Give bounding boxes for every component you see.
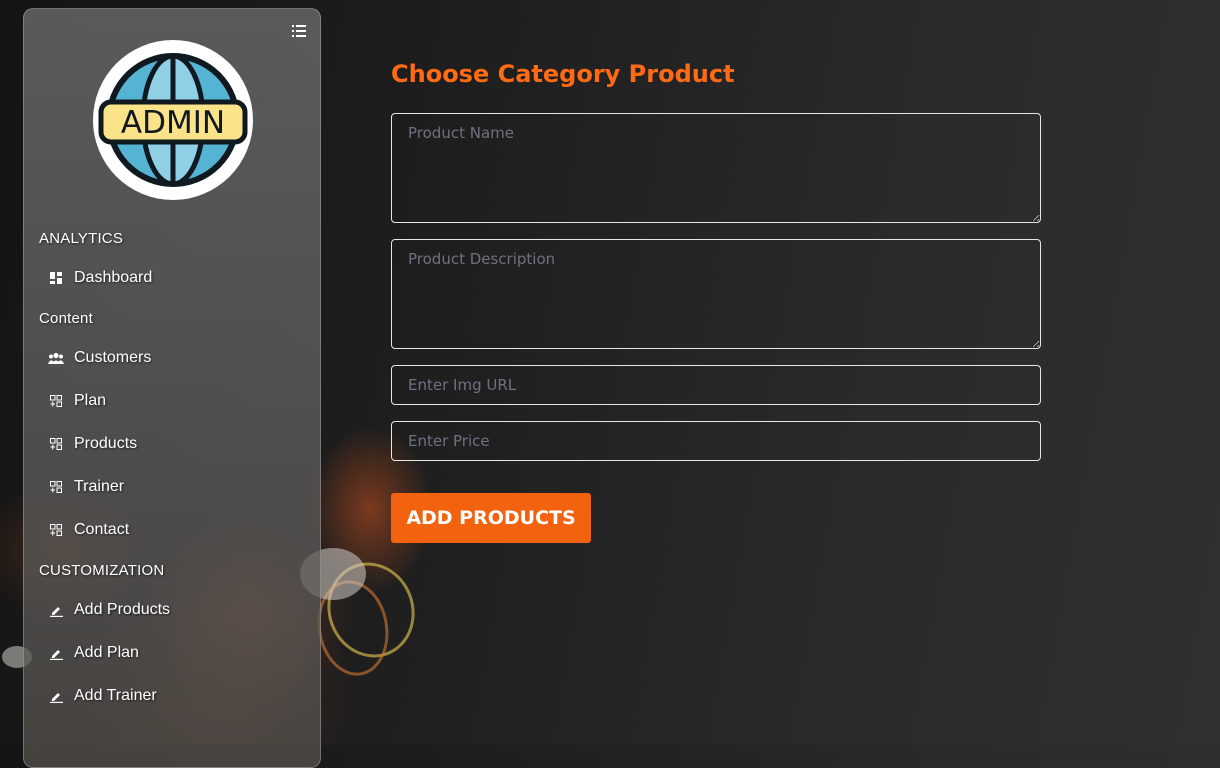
product-description-field[interactable]	[391, 239, 1041, 349]
sidebar-item-label: Trainer	[74, 478, 125, 495]
sidebar: ADMIN ANALYTICS Dashboard Content Custom…	[23, 8, 321, 768]
section-title-content: Content	[39, 310, 93, 327]
product-name-field[interactable]	[391, 113, 1041, 223]
page-title: Choose Category Product	[391, 60, 735, 88]
sidebar-item-label: Add Trainer	[74, 687, 157, 704]
sidebar-item-label: Dashboard	[74, 269, 153, 286]
admin-logo: ADMIN	[93, 40, 253, 200]
globe-icon: ADMIN	[98, 53, 248, 187]
sidebar-item-label: Add Products	[74, 601, 171, 618]
grid-plus-icon	[48, 393, 64, 409]
sidebar-item-customers[interactable]: Customers	[48, 347, 151, 369]
section-title-analytics: ANALYTICS	[39, 230, 124, 247]
menu-list-icon[interactable]	[292, 25, 306, 37]
sidebar-item-label: Plan	[74, 392, 107, 409]
users-icon	[48, 350, 64, 366]
img-url-field[interactable]	[391, 365, 1041, 405]
sidebar-item-label: Products	[74, 435, 138, 452]
edit-icon	[48, 645, 64, 661]
section-title-customization: CUSTOMIZATION	[39, 562, 165, 579]
sidebar-item-add-plan[interactable]: Add Plan	[48, 642, 139, 664]
dashboard-icon	[48, 270, 64, 286]
sidebar-item-trainer[interactable]: Trainer	[48, 476, 124, 498]
edit-icon	[48, 602, 64, 618]
sidebar-item-add-trainer[interactable]: Add Trainer	[48, 685, 157, 707]
grid-plus-icon	[48, 522, 64, 538]
price-field[interactable]	[391, 421, 1041, 461]
edit-icon	[48, 688, 64, 704]
sidebar-item-label: Contact	[74, 521, 130, 538]
sidebar-item-add-products[interactable]: Add Products	[48, 599, 170, 621]
sidebar-item-label: Customers	[74, 349, 152, 366]
sidebar-item-products[interactable]: Products	[48, 433, 137, 455]
sidebar-item-dashboard[interactable]: Dashboard	[48, 267, 152, 289]
sidebar-item-label: Add Plan	[74, 644, 139, 661]
sidebar-item-contact[interactable]: Contact	[48, 519, 129, 541]
grid-plus-icon	[48, 479, 64, 495]
logo-text: ADMIN	[121, 105, 225, 141]
sidebar-item-plan[interactable]: Plan	[48, 390, 106, 412]
grid-plus-icon	[48, 436, 64, 452]
add-products-button[interactable]: ADD PRODUCTS	[391, 493, 591, 543]
